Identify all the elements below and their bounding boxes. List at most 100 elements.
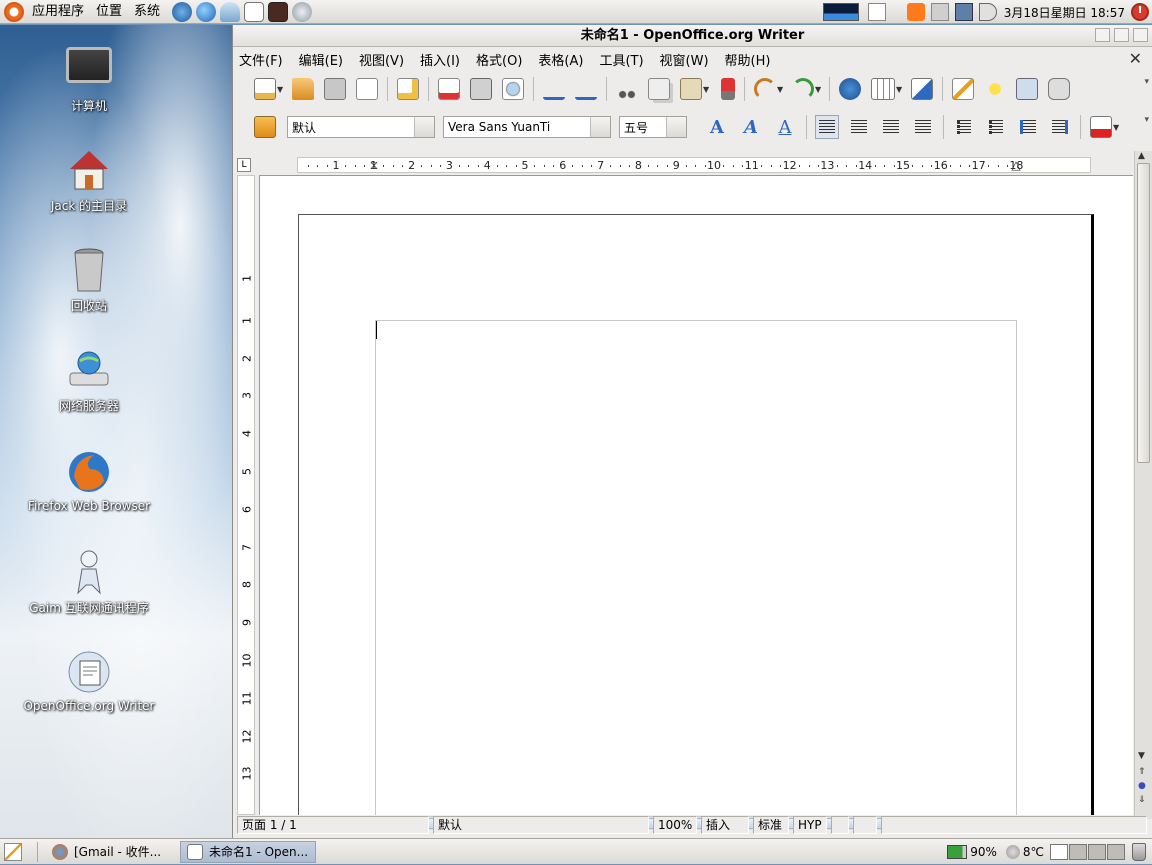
align-left-icon[interactable] — [815, 115, 839, 139]
close-document-icon[interactable]: ✕ — [1129, 49, 1142, 68]
undo-icon[interactable] — [754, 78, 776, 100]
new-dropdown-icon[interactable]: ▼ — [277, 85, 285, 94]
previous-page-icon[interactable]: ⇑ — [1138, 767, 1146, 777]
taskbar-writer[interactable]: 未命名1 - Open... — [180, 840, 316, 863]
taskbar-gmail[interactable]: [Gmail - 收件... — [46, 841, 174, 863]
insert-table-icon[interactable] — [871, 78, 895, 100]
highlight-color-icon[interactable] — [1090, 116, 1112, 138]
find-replace-icon[interactable] — [952, 78, 974, 100]
desktop-icon-network[interactable]: 网络服务器 — [9, 347, 169, 414]
menu-edit[interactable]: 编辑(E) — [299, 50, 351, 69]
navigator-icon[interactable] — [984, 78, 1006, 100]
numbering-icon[interactable] — [952, 115, 976, 139]
cut-icon[interactable] — [616, 78, 638, 100]
printer-icon[interactable] — [930, 3, 949, 21]
font-size-combo[interactable]: 五号 — [619, 116, 687, 138]
print-preview-icon[interactable] — [502, 78, 524, 100]
menu-view[interactable]: 视图(V) — [359, 50, 412, 69]
desktop-icon-firefox[interactable]: Firefox Web Browser — [9, 449, 169, 513]
search-icon[interactable] — [867, 3, 886, 21]
menu-help[interactable]: 帮助(H) — [725, 50, 779, 69]
redo-icon[interactable] — [792, 78, 814, 100]
tab-type-icon[interactable]: L — [237, 158, 251, 172]
text-boundary[interactable] — [375, 320, 1017, 815]
status-selection-mode[interactable]: 标准 — [753, 816, 789, 834]
vertical-scrollbar[interactable]: ▲ ▼ ⇑ ● ⇓ — [1134, 151, 1152, 819]
workspace-2[interactable] — [1069, 844, 1087, 860]
network-status-icon[interactable] — [954, 3, 973, 21]
export-pdf-icon[interactable] — [438, 78, 460, 100]
close-window-button[interactable] — [1133, 28, 1148, 42]
vertical-scroll-thumb[interactable] — [1137, 163, 1150, 463]
formatting-overflow-icon[interactable]: ▾ — [1144, 115, 1149, 125]
gallery-icon[interactable] — [1016, 78, 1038, 100]
font-name-dropdown-button[interactable] — [590, 117, 610, 137]
status-style[interactable]: 默认 — [433, 816, 649, 834]
battery-icon[interactable] — [947, 845, 968, 859]
menu-window[interactable]: 视窗(W) — [660, 50, 717, 69]
toolbar-overflow-icon[interactable]: ▾ — [1144, 77, 1149, 87]
underline-icon[interactable]: A — [773, 117, 797, 138]
menu-insert[interactable]: 插入(I) — [420, 50, 468, 69]
weather-icon[interactable] — [1005, 845, 1020, 859]
desktop-icon-home[interactable]: Jack 的主目录 — [9, 147, 169, 214]
workspace-4[interactable] — [1107, 844, 1125, 860]
font-size-dropdown-button[interactable] — [666, 117, 686, 137]
auto-spellcheck-icon[interactable] — [575, 78, 597, 100]
paragraph-style-dropdown-button[interactable] — [414, 117, 434, 137]
justify-icon[interactable] — [911, 115, 935, 139]
data-sources-icon[interactable] — [1048, 78, 1070, 100]
clock[interactable]: 3月18日星期日 18:57 — [1004, 4, 1125, 21]
increase-indent-icon[interactable] — [1048, 115, 1072, 139]
workspace-3[interactable] — [1088, 844, 1106, 860]
network-launcher-icon[interactable] — [172, 1, 193, 22]
ruler-strip[interactable]: 1 1 2 3 4 5 6 7 8 9 10 11 12 13 14 15 16 17 18 ⧖ △ — [297, 157, 1091, 173]
menu-format[interactable]: 格式(O) — [476, 50, 530, 69]
left-indent-marker[interactable]: ⧖ — [369, 159, 379, 173]
firefox-launcher-icon[interactable] — [196, 1, 217, 22]
status-modified[interactable] — [831, 816, 849, 834]
desktop-icon-computer[interactable]: 计算机 — [9, 47, 169, 114]
scroll-down-icon[interactable]: ▼ — [1138, 751, 1145, 761]
temperature[interactable]: 8℃ — [1023, 845, 1044, 859]
edit-file-icon[interactable] — [397, 78, 419, 100]
maximize-button[interactable] — [1114, 28, 1129, 42]
system-menu[interactable]: 系统 — [128, 0, 166, 24]
desktop-icon-writer[interactable]: OpenOffice.org Writer — [9, 649, 169, 713]
email-icon[interactable] — [356, 78, 378, 100]
highlight-dropdown-icon[interactable]: ▼ — [1113, 123, 1121, 132]
ubuntu-logo-icon[interactable] — [4, 1, 24, 22]
status-hyperlink-mode[interactable]: HYP — [793, 816, 827, 834]
copy-icon[interactable] — [648, 78, 670, 100]
trash-applet-icon[interactable] — [1132, 843, 1146, 861]
desktop-icon-gaim[interactable]: Gaim 互联网通讯程序 — [9, 549, 169, 616]
redo-dropdown-icon[interactable]: ▼ — [815, 85, 823, 94]
new-document-icon[interactable] — [254, 78, 276, 100]
hyperlink-icon[interactable] — [839, 78, 861, 100]
status-insert-mode[interactable]: 插入 — [701, 816, 749, 834]
status-zoom[interactable]: 100% — [653, 816, 697, 834]
paste-icon[interactable] — [680, 78, 702, 100]
window-titlebar[interactable]: 未命名1 - OpenOffice.org Writer — [233, 25, 1152, 47]
align-center-icon[interactable] — [847, 115, 871, 139]
status-page[interactable]: 页面 1 / 1 — [237, 816, 429, 834]
format-paintbrush-icon[interactable] — [721, 78, 735, 100]
styles-formatting-icon[interactable] — [254, 116, 276, 138]
places-menu[interactable]: 位置 — [90, 0, 128, 24]
update-notifier-icon[interactable] — [906, 3, 925, 21]
show-desktop-icon[interactable] — [4, 842, 22, 861]
spellcheck-icon[interactable] — [543, 78, 565, 100]
desktop-icon-trash[interactable]: 回收站 — [9, 247, 169, 314]
volume-icon[interactable] — [978, 3, 997, 21]
decrease-indent-icon[interactable] — [1016, 115, 1040, 139]
italic-icon[interactable]: A — [739, 117, 763, 138]
terminal-launcher-icon[interactable] — [268, 1, 289, 22]
workspace-1[interactable] — [1050, 844, 1068, 860]
open-folder-icon[interactable] — [292, 78, 314, 100]
undo-dropdown-icon[interactable]: ▼ — [777, 85, 785, 94]
table-dropdown-icon[interactable]: ▼ — [896, 85, 904, 94]
scroll-up-icon[interactable]: ▲ — [1138, 151, 1145, 161]
save-icon[interactable] — [324, 78, 346, 100]
menu-table[interactable]: 表格(A) — [538, 50, 591, 69]
web-launcher-icon[interactable] — [292, 1, 313, 22]
